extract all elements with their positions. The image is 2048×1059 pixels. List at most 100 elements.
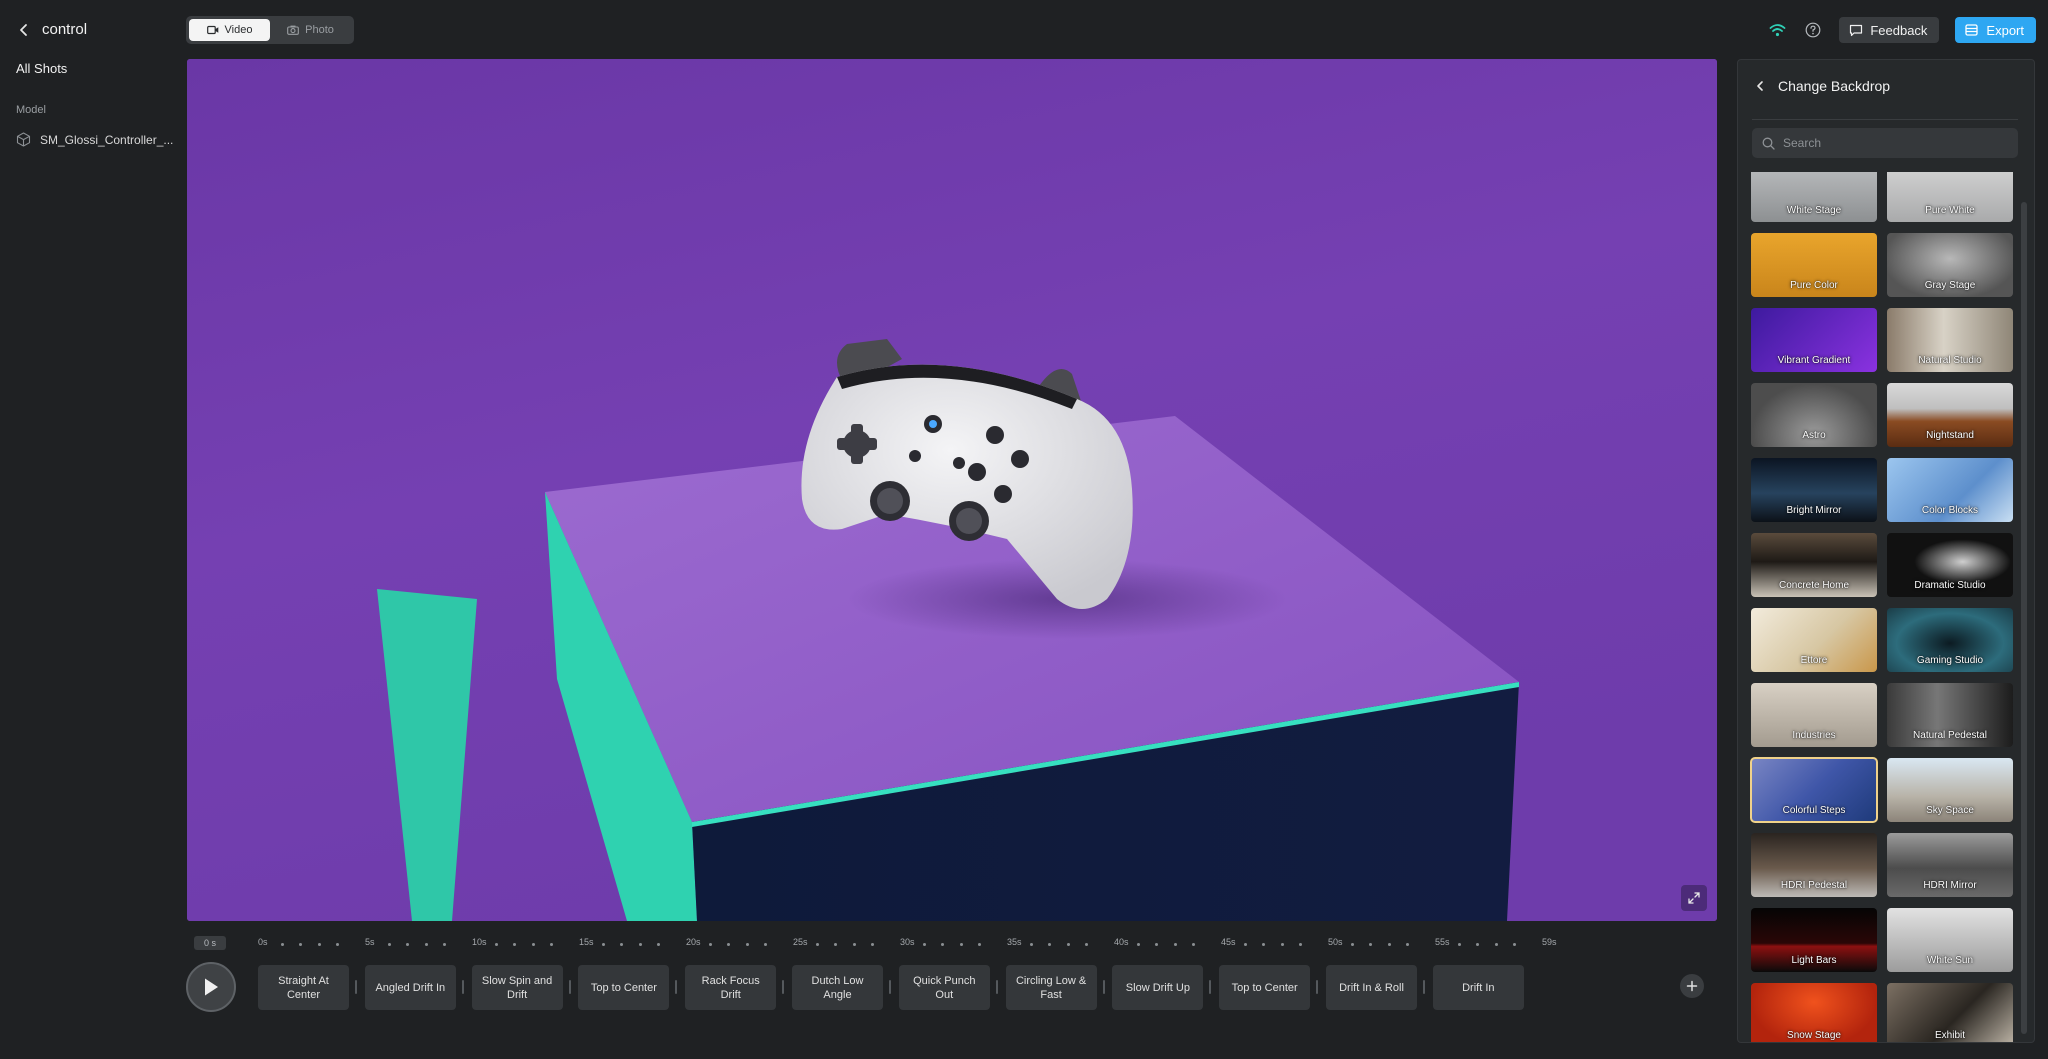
- video-mode-label: Video: [224, 24, 253, 36]
- backdrop-tile[interactable]: Gaming Studio: [1887, 608, 2013, 672]
- shot-separator: [461, 980, 464, 994]
- timeline-tick-dot: [387, 943, 391, 946]
- backdrop-search-input[interactable]: [1783, 136, 2003, 150]
- shot-card[interactable]: Angled Drift In: [364, 965, 456, 1010]
- timeline-tick-dot: [443, 943, 446, 946]
- feedback-button[interactable]: Feedback: [1839, 17, 1940, 43]
- shot-separator: [1209, 980, 1212, 994]
- export-label: Export: [1986, 22, 2024, 38]
- timeline-tick-dot: [922, 943, 926, 946]
- backdrop-tile[interactable]: White Sun: [1887, 908, 2013, 972]
- feedback-label: Feedback: [1870, 22, 1928, 38]
- help-button[interactable]: [1803, 20, 1823, 40]
- shot-card[interactable]: Slow Drift Up: [1112, 965, 1204, 1010]
- backdrop-tile[interactable]: Colorful Steps: [1750, 757, 1878, 823]
- backdrop-tile[interactable]: Vibrant Gradient: [1751, 308, 1877, 372]
- timeline-tick-dot: [1173, 943, 1177, 946]
- export-button[interactable]: Export: [1955, 17, 2036, 43]
- expand-icon: [1688, 892, 1700, 904]
- backdrop-tile-label: Gaming Studio: [1916, 655, 1984, 666]
- timeline-tick-label: 15s: [579, 937, 594, 947]
- backdrop-tile-label: Bright Mirror: [1786, 505, 1842, 516]
- backdrop-tile[interactable]: HDRI Mirror: [1887, 833, 2013, 897]
- backdrop-tile[interactable]: Exhibit: [1887, 983, 2013, 1042]
- model-item[interactable]: SM_Glossi_Controller_...: [16, 132, 176, 147]
- backdrop-tile[interactable]: Gray Stage: [1887, 233, 2013, 297]
- backdrop-tile[interactable]: Pure Color: [1751, 233, 1877, 297]
- timeline-tick-dot: [978, 943, 981, 946]
- backdrop-tile[interactable]: White Stage: [1751, 172, 1877, 222]
- backdrop-tile[interactable]: Pure White: [1887, 172, 2013, 222]
- backdrop-tile[interactable]: Sky Space: [1887, 758, 2013, 822]
- backdrop-tile[interactable]: Light Bars: [1751, 908, 1877, 972]
- backdrop-tile-label: White Sun: [1926, 955, 1974, 966]
- backdrop-tile[interactable]: Ettore: [1751, 608, 1877, 672]
- backdrop-tile[interactable]: Astro: [1751, 383, 1877, 447]
- backdrop-tile[interactable]: Industries: [1751, 683, 1877, 747]
- all-shots-link[interactable]: All Shots: [16, 61, 67, 76]
- shot-card[interactable]: Circling Low & Fast: [1005, 965, 1097, 1010]
- backdrop-tile-label: White Stage: [1786, 205, 1842, 216]
- backdrop-tile-label: Concrete Home: [1778, 580, 1850, 591]
- backdrop-tile[interactable]: Natural Studio: [1887, 308, 2013, 372]
- backdrop-tile-label: Colorful Steps: [1782, 805, 1846, 816]
- timeline-tick-dot: [299, 943, 302, 946]
- timeline-tick-dot: [1476, 943, 1479, 946]
- chevron-left-icon: [20, 24, 27, 36]
- timeline-tick-label: 45s: [1221, 937, 1236, 947]
- video-mode-button[interactable]: Video: [189, 19, 270, 41]
- timeline-tick-dot: [620, 943, 623, 946]
- backdrop-tile[interactable]: Snow Stage: [1751, 983, 1877, 1042]
- back-button[interactable]: [14, 20, 34, 40]
- shot-card[interactable]: Rack Focus Drift: [685, 965, 777, 1010]
- 3d-viewport[interactable]: [187, 59, 1717, 921]
- shot-card[interactable]: Dutch Low Angle: [792, 965, 883, 1010]
- search-icon: [1762, 137, 1775, 150]
- timeline-tick-dot: [1192, 943, 1195, 946]
- chevron-left-icon: [1757, 81, 1763, 91]
- play-button[interactable]: [186, 962, 236, 1012]
- backdrop-tile[interactable]: Color Blocks: [1887, 458, 2013, 522]
- backdrop-tile[interactable]: Concrete Home: [1751, 533, 1877, 597]
- shot-card[interactable]: Top to Center: [578, 965, 670, 1010]
- backdrop-tile[interactable]: Natural Pedestal: [1887, 683, 2013, 747]
- shot-card[interactable]: Drift In & Roll: [1326, 965, 1417, 1010]
- backdrop-tile[interactable]: Bright Mirror: [1751, 458, 1877, 522]
- backdrop-tile-label: Ettore: [1800, 655, 1828, 666]
- timeline-tick-label: 50s: [1328, 937, 1343, 947]
- timeline-tick-dot: [638, 943, 642, 946]
- panel-back-button[interactable]: [1752, 78, 1768, 94]
- shot-card[interactable]: Drift In: [1432, 965, 1524, 1010]
- timeline-ruler[interactable]: 0s 5s 10s 15s 20s 25s 30s 35s 40s 45s 50s 55s 59s: [258, 937, 1557, 951]
- backdrop-tile-label: Nightstand: [1926, 430, 1974, 441]
- timeline-tick-dot: [1066, 943, 1070, 946]
- shot-card[interactable]: Top to Center: [1219, 965, 1311, 1010]
- timeline-tick-dot: [815, 943, 819, 946]
- shot-card[interactable]: Slow Spin and Drift: [471, 965, 563, 1010]
- timeline-tick-dot: [1048, 943, 1051, 946]
- timeline-tick-dot: [1494, 943, 1498, 946]
- timeline-tick-dot: [1280, 943, 1284, 946]
- timeline-tick-dot: [406, 943, 409, 946]
- fullscreen-button[interactable]: [1681, 885, 1707, 911]
- photo-mode-button[interactable]: Photo: [270, 19, 351, 41]
- timeline-tick-label: 55s: [1435, 937, 1450, 947]
- connection-status-button[interactable]: [1767, 20, 1787, 40]
- backdrop-tile[interactable]: Nightstand: [1887, 383, 2013, 447]
- timeline-tick-dot: [708, 943, 712, 946]
- shot-card[interactable]: Straight At Center: [258, 965, 349, 1010]
- backdrop-tile[interactable]: HDRI Pedestal: [1751, 833, 1877, 897]
- timeline-tick-dot: [494, 943, 498, 946]
- top-bar: control Video Photo Feedback Export: [0, 0, 2048, 60]
- backdrop-tile-label: Vibrant Gradient: [1777, 355, 1851, 366]
- add-shot-button[interactable]: [1680, 974, 1704, 998]
- timeline-tick-dot: [834, 943, 837, 946]
- backdrop-tile-label: Pure White: [1925, 205, 1975, 216]
- backdrop-tile[interactable]: Dramatic Studio: [1887, 533, 2013, 597]
- timeline-tick-label: 0s: [258, 937, 268, 947]
- timeline-tick-label: 20s: [686, 937, 701, 947]
- shot-card[interactable]: Quick Punch Out: [898, 965, 990, 1010]
- backdrop-tile-label: Sky Space: [1926, 805, 1974, 816]
- shot-separator: [355, 980, 357, 994]
- panel-scrollbar[interactable]: [2021, 202, 2027, 1034]
